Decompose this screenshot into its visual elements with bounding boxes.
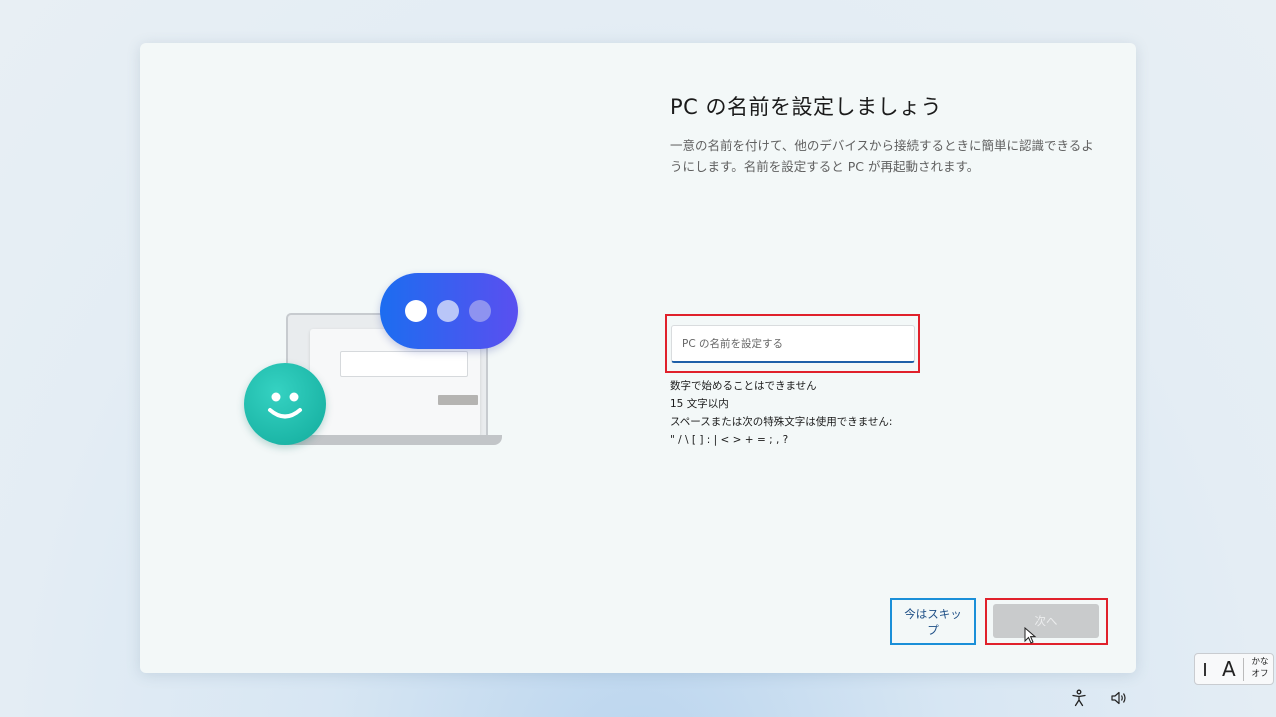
laptop-window-button: [438, 395, 478, 405]
volume-icon[interactable]: [1110, 690, 1128, 706]
rule-item: 数字で始めることはできません: [670, 380, 817, 392]
name-rules-list: 数字で始めることはできません 15 文字以内 スペースまたは次の特殊文字は使用で…: [670, 377, 892, 449]
page-title: PC の名前を設定しましょう: [670, 95, 943, 119]
smiley-icon: [244, 363, 326, 445]
rule-item: 15 文字以内: [670, 398, 729, 410]
laptop-window-field: [340, 351, 468, 377]
ime-cursor-bar: [1204, 663, 1206, 676]
illustration: [240, 268, 530, 458]
ime-indicator[interactable]: A かな オフ: [1194, 653, 1274, 685]
pc-name-input[interactable]: [671, 325, 915, 363]
bubble-dot: [405, 300, 427, 322]
ime-separator: [1243, 658, 1244, 681]
setup-card: PC の名前を設定しましょう 一意の名前を付けて、他のデバイスから接続するときに…: [140, 43, 1136, 673]
bubble-dot: [437, 300, 459, 322]
ime-mode-char: A: [1222, 657, 1236, 681]
bubble-dot: [469, 300, 491, 322]
chat-bubble-icon: [380, 273, 518, 349]
next-button[interactable]: 次へ: [993, 604, 1099, 638]
ime-kana-label: かな オフ: [1251, 657, 1269, 679]
skip-button[interactable]: 今はスキップ: [894, 604, 972, 640]
rule-item: " / \ [ ] : | < > + = ; , ?: [670, 434, 789, 446]
accessibility-icon[interactable]: [1070, 689, 1088, 707]
mouse-cursor-icon: [1024, 627, 1037, 644]
page-description: 一意の名前を付けて、他のデバイスから接続するときに簡単に認識できるようにします。…: [670, 138, 1094, 174]
rule-item: スペースまたは次の特殊文字は使用できません:: [670, 416, 893, 428]
ime-kana-toggle[interactable]: かな オフ: [1249, 656, 1271, 680]
